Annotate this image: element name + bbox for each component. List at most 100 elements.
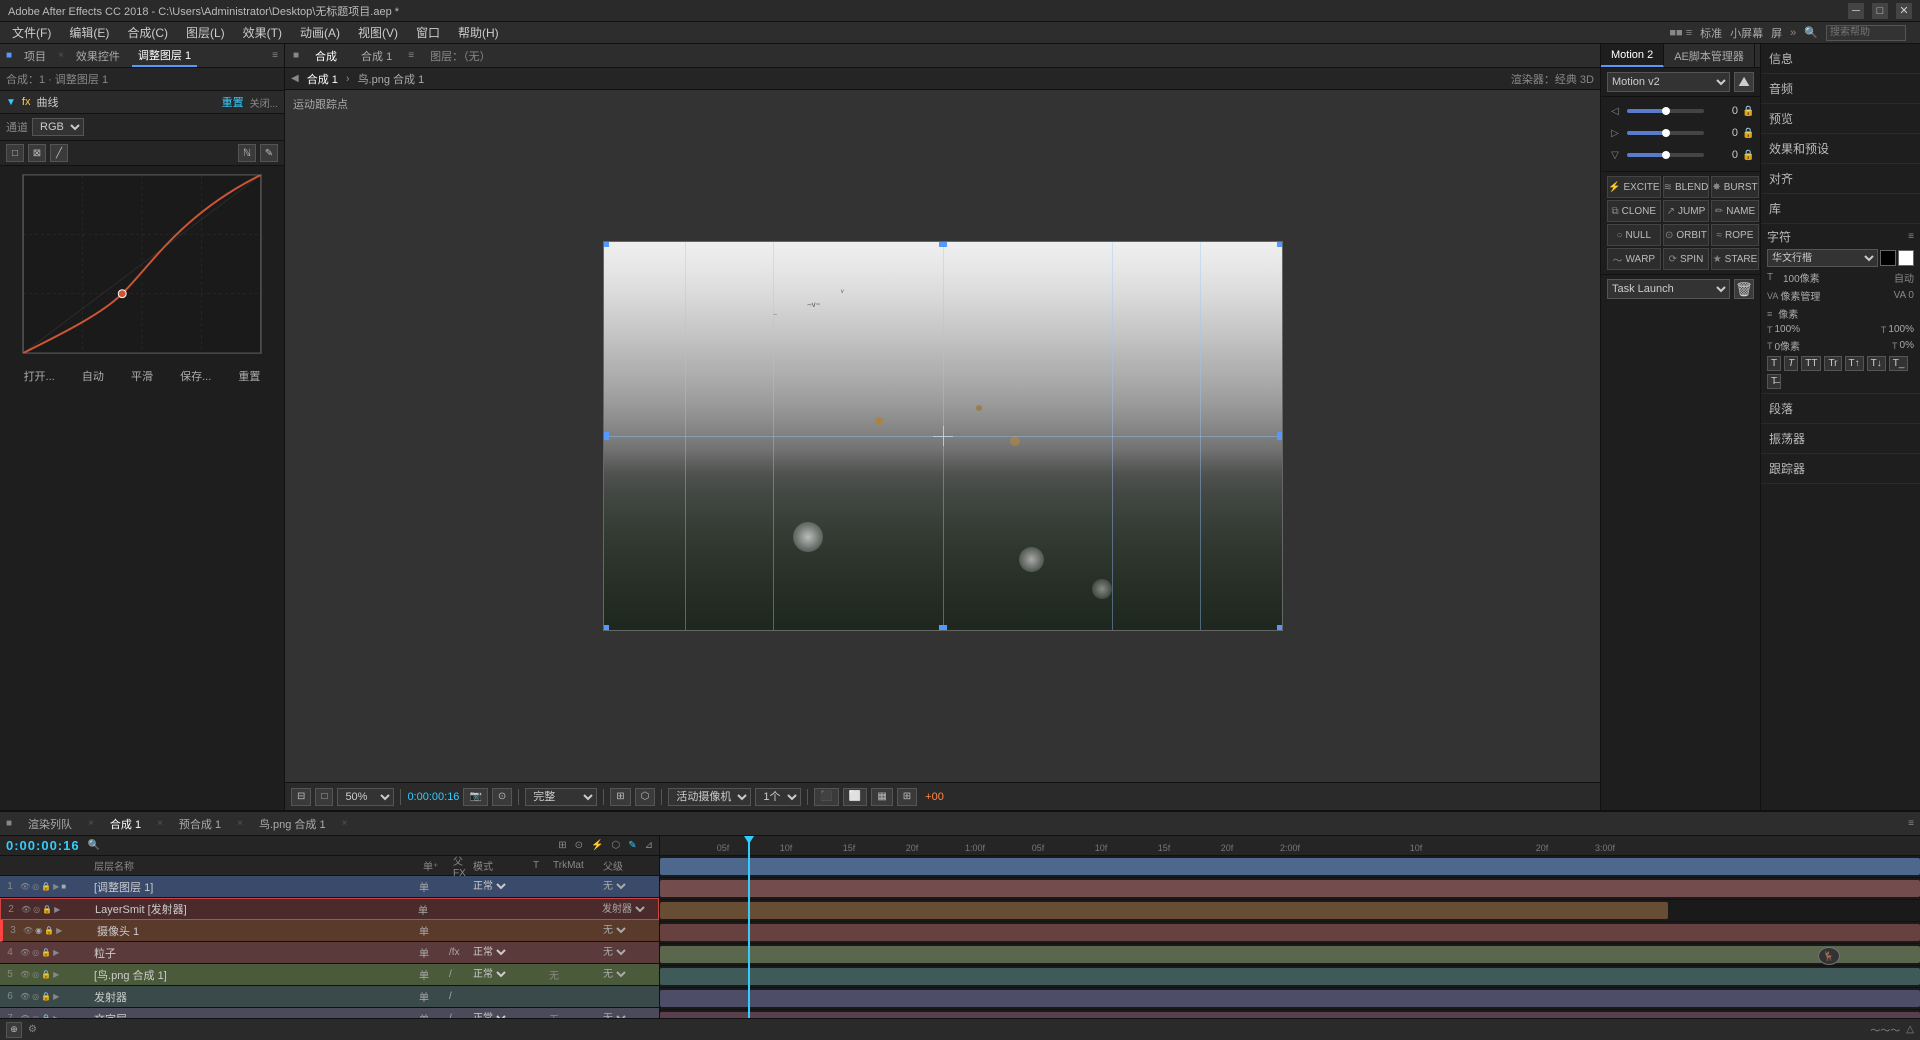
btn-clone[interactable]: ⧉CLONE — [1607, 200, 1661, 222]
tl-layer-3[interactable]: 3 👁 ◉ 🔒 ▶ 摄像头 1 单 无 — [0, 920, 659, 942]
curve-icon-square[interactable]: □ — [6, 144, 24, 162]
menu-file[interactable]: 文件(F) — [4, 22, 59, 43]
tab-ae-manager[interactable]: AE脚本管理器 — [1664, 44, 1755, 67]
btn-rope[interactable]: ≈ROPE — [1711, 224, 1758, 246]
layer-lock-6[interactable]: 🔒 — [41, 992, 51, 1001]
handle-tl[interactable] — [603, 241, 609, 247]
effects-presets-section[interactable]: 效果和预设 — [1761, 134, 1920, 164]
comp-sub-tab-2[interactable]: 鸟.png 合成 1 — [358, 71, 425, 87]
layer-expand-2[interactable]: ▶ — [54, 905, 60, 914]
tl-ctrl-1[interactable]: ⊞ — [558, 840, 566, 851]
comp-tab-merge[interactable]: 合成 — [307, 46, 345, 66]
layer-solo-4[interactable]: ◎ — [32, 948, 39, 957]
char-smallcaps-btn[interactable]: Tr — [1824, 356, 1841, 371]
track-bar-8[interactable] — [660, 1012, 1920, 1018]
tl-tab-bird[interactable]: 鸟.png 合成 1 — [253, 814, 332, 834]
tl-tab-comp1[interactable]: 合成 1 — [104, 814, 147, 834]
vt-prev-btn[interactable]: ⊙ — [492, 788, 512, 806]
layer-solo-1[interactable]: ◎ — [32, 882, 39, 891]
track-bar-4[interactable] — [660, 924, 1920, 941]
tl-layer-5[interactable]: 5 👁 ◎ 🔒 ▶ [鸟.png 合成 1] 单 / 正常 — [0, 964, 659, 986]
tl-ctrl-5[interactable]: ✎ — [628, 840, 636, 851]
workspace-small[interactable]: 小屏幕 — [1730, 25, 1763, 41]
btn-name[interactable]: ✏NAME — [1711, 200, 1758, 222]
layer-eye-1[interactable]: 👁 — [20, 882, 30, 891]
align-section[interactable]: 对齐 — [1761, 164, 1920, 194]
layer-solo-6[interactable]: ◎ — [32, 992, 39, 1001]
comp-tab-1[interactable]: 合成 1 — [353, 46, 400, 66]
tl-play-btn[interactable]: ⊕ — [6, 1022, 22, 1038]
btn-null[interactable]: ○NULL — [1607, 224, 1661, 246]
layer-lock-3[interactable]: 🔒 — [44, 926, 54, 935]
menu-help[interactable]: 帮助(H) — [450, 22, 507, 43]
curves-smooth-btn[interactable]: 平滑 — [131, 368, 153, 384]
layer-lock-5[interactable]: 🔒 — [41, 970, 51, 979]
menu-view[interactable]: 视图(V) — [350, 22, 406, 43]
slider-track-3[interactable] — [1627, 153, 1704, 157]
slider-thumb-1[interactable] — [1662, 107, 1670, 115]
minimize-button[interactable]: ─ — [1848, 3, 1864, 19]
menu-edit[interactable]: 编辑(E) — [61, 22, 117, 43]
track-bar-5[interactable]: 🦌 — [660, 946, 1920, 963]
library-section[interactable]: 库 — [1761, 194, 1920, 224]
slider-track-2[interactable] — [1627, 131, 1704, 135]
workspace-standard[interactable]: 标准 — [1700, 25, 1722, 41]
slider-lock-3[interactable]: 🔒 — [1742, 150, 1754, 161]
menu-layer[interactable]: 图层(L) — [178, 22, 233, 43]
fx-collapse[interactable]: ▼ — [6, 97, 16, 108]
workspace-more[interactable]: » — [1790, 27, 1796, 39]
layer-expand-6[interactable]: ▶ — [53, 992, 59, 1001]
tl-time-display[interactable]: 0:00:00:16 — [6, 838, 80, 853]
curves-open-btn[interactable]: 打开... — [24, 368, 55, 384]
curve-icon-n[interactable]: ℕ — [238, 144, 256, 162]
layer-eye-3[interactable]: 👁 — [23, 926, 33, 935]
tab-adjust-layer[interactable]: 调整图层 1 — [132, 45, 197, 67]
layer-solo-2[interactable]: ◎ — [33, 905, 40, 914]
layer-solo-5[interactable]: ◎ — [32, 970, 39, 979]
curve-icon-pen[interactable]: ✎ — [260, 144, 278, 162]
menu-comp[interactable]: 合成(C) — [119, 22, 176, 43]
task-delete-btn[interactable]: 🗑 — [1734, 279, 1754, 299]
btn-burst[interactable]: ✸BURST — [1711, 176, 1758, 198]
vt-3d-btn4[interactable]: ⊞ — [897, 788, 917, 806]
maximize-button[interactable]: □ — [1872, 3, 1888, 19]
char-allcaps-btn[interactable]: TT — [1801, 356, 1821, 371]
char-color-white[interactable] — [1898, 250, 1914, 266]
char-sub-btn[interactable]: T↓ — [1867, 356, 1886, 371]
paragraph-section[interactable]: 段落 — [1761, 394, 1920, 424]
layer-eye-5[interactable]: 👁 — [20, 970, 30, 979]
layer-expand-1[interactable]: ▶ — [53, 882, 59, 891]
char-font-select[interactable]: 华文行楷 — [1767, 249, 1878, 267]
char-bold-btn[interactable]: T — [1767, 356, 1781, 371]
tl-layer-1[interactable]: 1 👁 ◎ 🔒 ▶ ■ [调整图层 1] 单 正常 — [0, 876, 659, 898]
handle-bc[interactable] — [939, 625, 947, 631]
layer-parent-select-3[interactable]: 无 — [599, 924, 629, 937]
btn-excite[interactable]: ⚡EXCITE — [1607, 176, 1661, 198]
task-select[interactable]: Task Launch — [1607, 279, 1730, 299]
audio-section[interactable]: 音频 — [1761, 74, 1920, 104]
layer-lock-1[interactable]: 🔒 — [41, 882, 51, 891]
layer-expand-3[interactable]: ▶ — [56, 926, 62, 935]
fx-reset[interactable]: 重置 — [222, 94, 244, 110]
preset-select[interactable]: Motion v2 — [1607, 72, 1730, 92]
btn-jump[interactable]: ↗JUMP — [1663, 200, 1710, 222]
slider-thumb-2[interactable] — [1662, 129, 1670, 137]
layer-lock-4[interactable]: 🔒 — [41, 948, 51, 957]
vt-view-select[interactable]: 完整 二分之一 四分之一 — [525, 788, 597, 806]
vt-camera-count[interactable]: 1个 2个 — [755, 788, 801, 806]
tl-playhead[interactable] — [748, 836, 750, 1018]
track-bar-6[interactable] — [660, 968, 1920, 985]
search-input[interactable] — [1826, 25, 1906, 41]
vt-camera-select[interactable]: 活动摄像机 — [668, 788, 751, 806]
layer-mode-select-1[interactable]: 正常 — [469, 880, 509, 893]
btn-warp[interactable]: 〜WARP — [1607, 248, 1661, 270]
left-panel-menu[interactable]: ≡ — [272, 50, 278, 61]
vt-3d-btn2[interactable]: ⬜ — [843, 788, 867, 806]
preset-mountain-btn[interactable]: ⛰ — [1734, 72, 1754, 92]
tl-layer-7[interactable]: 7 👁 ◎ 🔒 ▶ 文字层 单 / 正常 — [0, 1008, 659, 1018]
preview-section[interactable]: 预览 — [1761, 104, 1920, 134]
track-bar-7[interactable] — [660, 990, 1920, 1007]
curve-icon-slash[interactable]: ╱ — [50, 144, 68, 162]
vt-icon2[interactable]: □ — [315, 788, 333, 806]
handle-bl[interactable] — [603, 625, 609, 631]
